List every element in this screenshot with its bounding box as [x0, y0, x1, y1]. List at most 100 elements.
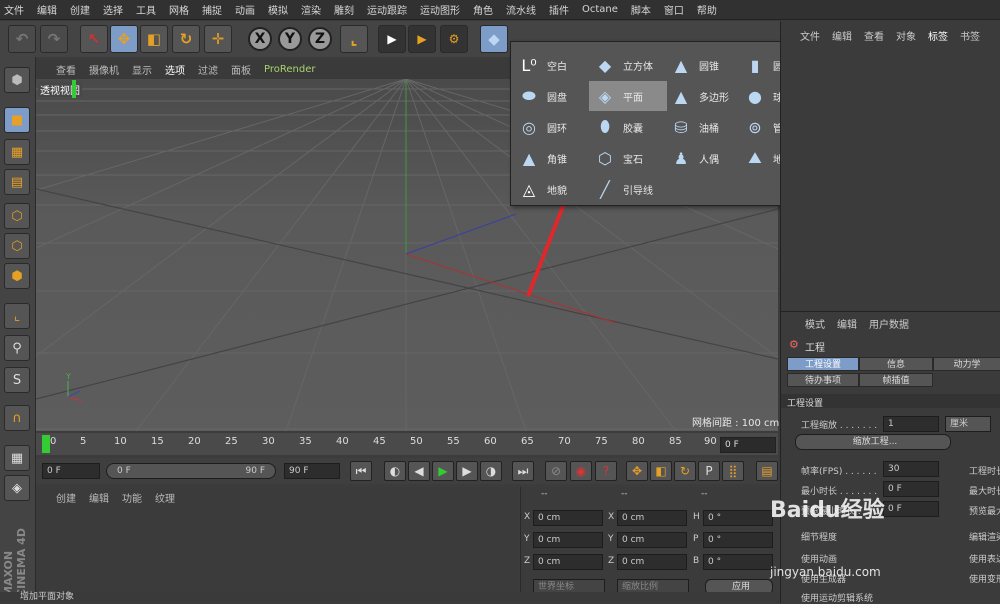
popup-item-plane[interactable]: ◈ 平面: [589, 81, 667, 111]
position-y-field[interactable]: 0 cm: [533, 532, 603, 548]
next-frame-icon[interactable]: ▶: [456, 461, 478, 481]
popup-item-null[interactable]: L⁰ 空白: [513, 50, 591, 80]
capsule-icon: ⬮: [599, 117, 611, 136]
material-menu-create[interactable]: 创建: [56, 490, 76, 505]
size-x-field[interactable]: 0 cm: [617, 510, 687, 526]
prev-frame-icon[interactable]: ◀: [408, 461, 430, 481]
rotation-h-field[interactable]: 0 °: [703, 510, 773, 526]
frame-range-slider[interactable]: 0 F 90 F: [106, 463, 276, 479]
object-menu-edit[interactable]: 编辑: [832, 28, 852, 43]
key-param-icon[interactable]: P: [698, 461, 720, 481]
next-key-icon[interactable]: ◑: [480, 461, 502, 481]
popup-item-oiltank[interactable]: ⛁ 油桶: [665, 112, 743, 142]
tick-label: 10: [114, 436, 127, 447]
popup-item-label: 圆环: [547, 123, 567, 135]
polygon-icon: ▲: [674, 86, 688, 106]
attribute-menu-userdata[interactable]: 用户数据: [869, 316, 909, 331]
rotation-p-field[interactable]: 0 °: [703, 532, 773, 548]
popup-item-figure[interactable]: ♟ 人偶: [665, 143, 743, 173]
popup-item-guide[interactable]: ╱ 引导线: [589, 174, 667, 204]
gem-icon: ⬡: [598, 148, 612, 168]
popup-item-label: 圆锥: [699, 61, 719, 73]
tick-label: 70: [558, 436, 571, 447]
material-menu-function[interactable]: 功能: [122, 490, 142, 505]
tick-label: 50: [410, 436, 423, 447]
popup-item-pyramid[interactable]: ▲ 角锥: [513, 143, 591, 173]
project-scale-field[interactable]: 1: [883, 416, 939, 432]
timeline-window-icon[interactable]: ▤: [756, 461, 778, 481]
tick-label: 45: [373, 436, 386, 447]
popup-item-gem[interactable]: ⬡ 宝石: [589, 143, 667, 173]
object-menu-tags[interactable]: 标签: [928, 28, 948, 43]
popup-item-cube[interactable]: ◆ 立方体: [589, 50, 667, 80]
tab-project-settings[interactable]: 工程设置: [787, 357, 859, 371]
coord-axis-label: X: [524, 512, 531, 522]
popup-item-polygon[interactable]: ▲ 多边形: [665, 81, 743, 111]
fps-field[interactable]: 30: [883, 461, 939, 477]
preview-min-field[interactable]: 0 F: [883, 501, 939, 517]
tick-label: 5: [80, 436, 87, 447]
section-header-bar: 工程设置: [781, 394, 1000, 409]
coord-axis-label: Z: [524, 556, 531, 566]
key-pla-icon[interactable]: ⣿: [722, 461, 744, 481]
project-icon: ⚙: [789, 338, 799, 351]
min-time-field[interactable]: 0 F: [883, 481, 939, 497]
tab-info[interactable]: 信息: [859, 357, 933, 371]
object-menu-objects[interactable]: 对象: [896, 28, 916, 43]
preview-max-label: 预览最大: [969, 507, 1000, 517]
tab-frame-interpolation[interactable]: 帧插值: [859, 373, 933, 387]
scale-project-button[interactable]: 缩放工程...: [795, 434, 951, 450]
popup-item-label: 宝石: [623, 154, 643, 166]
start-frame-field[interactable]: 0 F: [42, 463, 100, 479]
key-scale-icon[interactable]: ◧: [650, 461, 672, 481]
range-start-label: 0 F: [117, 466, 131, 476]
object-menu-bookmarks[interactable]: 书签: [960, 28, 980, 43]
material-menu-texture[interactable]: 纹理: [155, 490, 175, 505]
end-frame-field[interactable]: 90 F: [284, 463, 340, 479]
position-z-field[interactable]: 0 cm: [533, 554, 603, 570]
play-icon[interactable]: ▶: [432, 461, 454, 481]
popup-item-disc[interactable]: ⬬ 圆盘: [513, 81, 591, 111]
current-frame-field[interactable]: 0 F: [720, 437, 776, 453]
coord-axis-label: H: [693, 512, 700, 522]
popup-item-capsule[interactable]: ⬮ 胶囊: [589, 112, 667, 142]
fps-label: 帧率(FPS) . . . . . .: [801, 467, 877, 477]
tick-label: 25: [225, 436, 238, 447]
key-position-icon[interactable]: ✥: [626, 461, 648, 481]
popup-item-label: 胶囊: [623, 123, 643, 135]
attribute-menu-mode[interactable]: 模式: [805, 316, 825, 331]
tick-label: 85: [669, 436, 682, 447]
material-menu-edit[interactable]: 编辑: [89, 490, 109, 505]
attribute-menu-edit[interactable]: 编辑: [837, 316, 857, 331]
goto-end-icon[interactable]: ⏭: [512, 461, 534, 481]
tab-todo[interactable]: 待办事项: [787, 373, 859, 387]
object-menu-file[interactable]: 文件: [800, 28, 820, 43]
goto-start-icon[interactable]: ⏮: [350, 461, 372, 481]
popup-item-torus[interactable]: ◎ 圆环: [513, 112, 591, 142]
object-menu-view[interactable]: 查看: [864, 28, 884, 43]
guide-icon: ╱: [600, 179, 610, 199]
coord-axis-label: X: [608, 512, 615, 522]
popup-item-label: 引导线: [623, 185, 653, 197]
position-x-field[interactable]: 0 cm: [533, 510, 603, 526]
autokey-icon[interactable]: ◉: [570, 461, 592, 481]
rotation-b-field[interactable]: 0 °: [703, 554, 773, 570]
tab-dynamics[interactable]: 动力学: [933, 357, 1000, 371]
tick-label: 40: [336, 436, 349, 447]
coord-axis-label: Y: [608, 534, 614, 544]
size-z-field[interactable]: 0 cm: [617, 554, 687, 570]
coord-axis-label: P: [693, 534, 699, 544]
material-menu: 创建 编辑 功能 纹理: [36, 488, 188, 506]
key-rotation-icon[interactable]: ↻: [674, 461, 696, 481]
primitive-create-popup: L⁰空白 ◆立方体 ▲圆锥 ▮圆柱 ⬬圆盘 ◈平面 ▲多边形 ●球体 ◎圆环 ⬮…: [510, 41, 807, 206]
tick-label: 60: [484, 436, 497, 447]
popup-item-label: 平面: [623, 92, 643, 104]
popup-item-relief[interactable]: ◬ 地貌: [513, 174, 591, 204]
record-icon[interactable]: ⊘: [545, 461, 567, 481]
size-y-field[interactable]: 0 cm: [617, 532, 687, 548]
popup-item-cone[interactable]: ▲ 圆锥: [665, 50, 743, 80]
tick-label: 55: [447, 436, 460, 447]
prev-key-icon[interactable]: ◐: [384, 461, 406, 481]
keyframe-help-icon[interactable]: ?: [595, 461, 617, 481]
project-unit-select[interactable]: 厘米: [945, 416, 991, 432]
